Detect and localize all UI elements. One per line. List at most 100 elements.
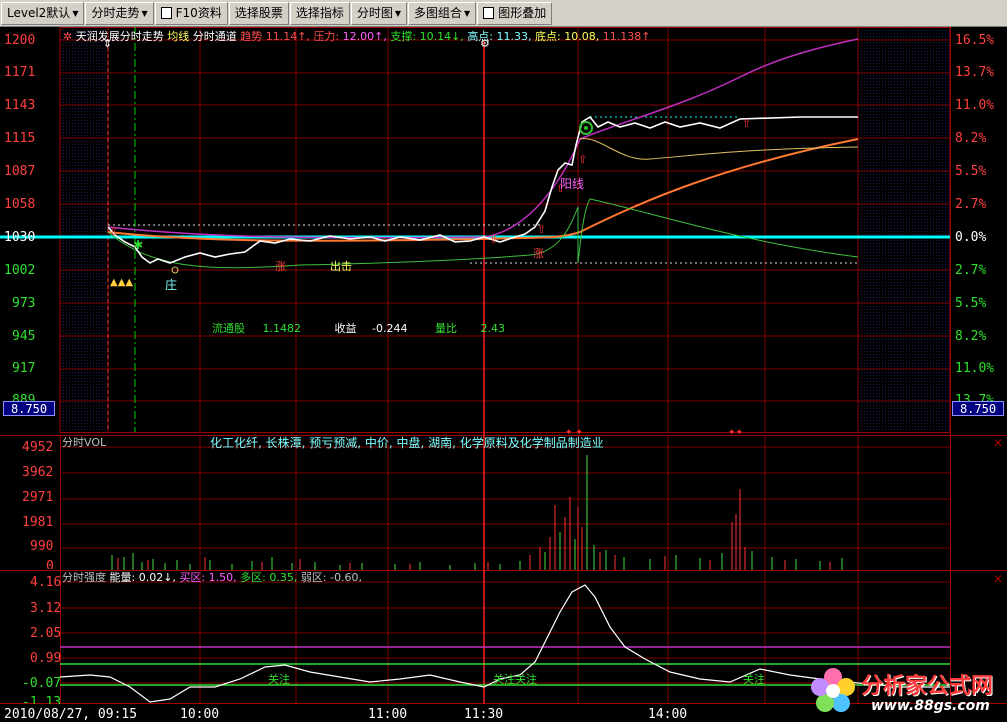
logo-url: www.88gs.com: [871, 698, 990, 714]
strength-close-icon[interactable]: ✕: [993, 572, 1003, 586]
buy-zone-label: 买区:: [179, 571, 206, 584]
annotation-zhang2: 涨: [533, 247, 544, 260]
float-shares-label: 流通股: [212, 322, 245, 335]
weak-zone-value: -0.60,: [330, 571, 363, 584]
chart-canvas[interactable]: ▲▲▲ ✱ ⇧ ⇧ ⇧ ⇧ ⇧ ⇧ ⇕ ⚙ ✦ ✦ ✦✦: [0, 27, 1007, 722]
high-label: 高点:: [467, 30, 494, 43]
price-axis-label: 1002: [4, 263, 36, 278]
buy-circle-icon: [584, 126, 588, 130]
time-axis-label: 10:00: [180, 707, 220, 722]
price-axis-label: 917: [12, 361, 36, 376]
price-axis-label: 1058: [4, 197, 36, 212]
volume-axis-label: 3962: [22, 465, 54, 480]
volume-axis-label: 1981: [22, 515, 54, 530]
low-value: 10.08,: [564, 30, 600, 43]
toolbar-timeshare-button[interactable]: 分时走势 ▼: [85, 1, 154, 25]
volume-axis-label: 0: [46, 559, 54, 569]
strength-axis-label: 4.16: [30, 575, 62, 590]
right-price-badge: 8.750: [952, 401, 1004, 416]
support-value: 10.14↓,: [419, 30, 464, 43]
close-icon[interactable]: ✲: [63, 30, 72, 43]
toolbar-select-indicator-label: 选择指标: [295, 5, 344, 20]
time-axis-label: 14:00: [648, 707, 688, 722]
toolbar-timeshare-label: 分时走势: [91, 5, 140, 20]
strength-axis-label: -1.13: [22, 695, 62, 704]
buy-zone-value: 1.50,: [208, 571, 237, 584]
toolbar-level2-label: Level2默认: [7, 5, 71, 20]
pressure-value: 12.00↑,: [342, 30, 387, 43]
toolbar-select-stock-label: 选择股票: [234, 5, 283, 20]
high-value: 11.33,: [496, 30, 532, 43]
strength-axis-label: 2.05: [30, 626, 62, 641]
toolbar-timechart-label: 分时图: [356, 5, 393, 20]
sector-tags: 化工化纤, 长株潭, 预亏预减, 中价, 中盘, 湖南, 化学原料及化学制品制造…: [210, 436, 604, 450]
attention-marker: 关注: [515, 673, 537, 686]
chevron-down-icon: ▼: [464, 8, 471, 18]
toolbar: Level2默认 ▼ 分时走势 ▼ F10资料 选择股票 选择指标 分时图 ▼ …: [0, 0, 1007, 27]
toolbar-timechart-button[interactable]: 分时图 ▼: [350, 1, 408, 25]
strength-header: 分时强度 能量: 0.02↓, 买区: 1.50, 多区: 0.35, 弱区: …: [62, 569, 362, 585]
volume-axis-label: 2971: [22, 490, 54, 505]
document-icon: [483, 7, 495, 19]
up-arrow-icon: ⇧: [537, 223, 546, 236]
price-axis-label: 1030: [4, 230, 36, 245]
time-axis-date: 2010/08/27, 09:15: [4, 707, 138, 722]
toolbar-multichart-label: 多图组合: [414, 5, 463, 20]
document-icon: [160, 7, 172, 19]
price-grid: [60, 27, 950, 703]
chart-area[interactable]: ▲▲▲ ✱ ⇧ ⇧ ⇧ ⇧ ⇧ ⇧ ⇕ ⚙ ✦ ✦ ✦✦ ✲ 天润发展分时走势 …: [0, 27, 1007, 722]
percent-axis-label: 0.0%: [955, 230, 987, 245]
price-axis-label: 1087: [4, 164, 36, 179]
toolbar-overlay-button[interactable]: 图形叠加: [477, 1, 553, 25]
toolbar-select-indicator-button[interactable]: 选择指标: [289, 1, 350, 25]
percent-axis-label: 11.0%: [955, 361, 995, 376]
percent-axis-label: 2.7%: [955, 197, 987, 212]
channel-lower-line: [107, 198, 859, 269]
percent-axis-label: 11.0%: [955, 98, 995, 113]
vol-marker-icon: ✦✦: [728, 428, 744, 438]
price-header: ✲ 天润发展分时走势 均线 分时通道 趋势 11.14↑, 压力: 12.00↑…: [63, 28, 650, 44]
volume-axis-label: 990: [30, 539, 54, 554]
trend-label: 趋势: [240, 30, 263, 43]
time-axis-label: 11:00: [368, 707, 408, 722]
pre-market-shade: [60, 27, 108, 432]
volume-close-icon[interactable]: ✕: [993, 436, 1003, 450]
volume-ratio-value: 2.43: [480, 322, 505, 335]
volume-bars: [111, 455, 843, 570]
attention-marker: 关注: [493, 673, 515, 686]
toolbar-f10-button[interactable]: F10资料: [154, 1, 228, 25]
toolbar-multichart-button[interactable]: 多图组合 ▼: [408, 1, 477, 25]
logo-name: 分析家公式网: [861, 674, 994, 699]
price-axis-label: 1200: [4, 33, 36, 48]
price-line: [107, 115, 858, 264]
percent-axis-label: 13.7%: [955, 65, 995, 80]
up-arrow-markers: ⇧ ⇧ ⇧ ⇧ ⇧ ⇧: [109, 117, 751, 246]
price-axis-label: 1115: [4, 131, 36, 146]
eps-value: -0.244: [372, 322, 408, 335]
weak-zone-label: 弱区:: [300, 571, 327, 584]
volume-title: 分时VOL: [62, 436, 107, 449]
star-marker-icon: ✱: [133, 238, 143, 252]
price-axis-label: 1143: [4, 98, 36, 113]
avg-line-label: 均线: [167, 30, 190, 43]
energy-value: 0.02↓,: [138, 571, 176, 584]
support-label: 支撑:: [390, 30, 417, 43]
low-label: 底点:: [535, 30, 561, 43]
toolbar-level2-button[interactable]: Level2默认 ▼: [1, 1, 85, 25]
attention-marker: 关注: [743, 673, 765, 686]
site-logo: 分析家公式网 www.88gs.com: [805, 662, 1005, 720]
energy-label: 能量:: [109, 571, 136, 584]
trend-value: 11.14↑,: [265, 30, 310, 43]
price-axis-label: 1171: [4, 65, 36, 80]
percent-axis-label: 8.2%: [955, 131, 987, 146]
float-shares-value: 1.1482: [262, 322, 302, 335]
multi-zone-label: 多区:: [240, 571, 266, 584]
toolbar-select-stock-button[interactable]: 选择股票: [228, 1, 289, 25]
strength-title: 分时强度: [62, 571, 106, 584]
channel-label: 分时通道: [192, 30, 237, 43]
extra-value: 11.138↑: [602, 30, 651, 43]
up-arrow-icon: ⇧: [109, 225, 118, 238]
toolbar-f10-label: F10资料: [175, 5, 222, 20]
percent-axis-label: 2.7%: [955, 263, 987, 278]
percent-axis-label: 8.2%: [955, 329, 987, 344]
